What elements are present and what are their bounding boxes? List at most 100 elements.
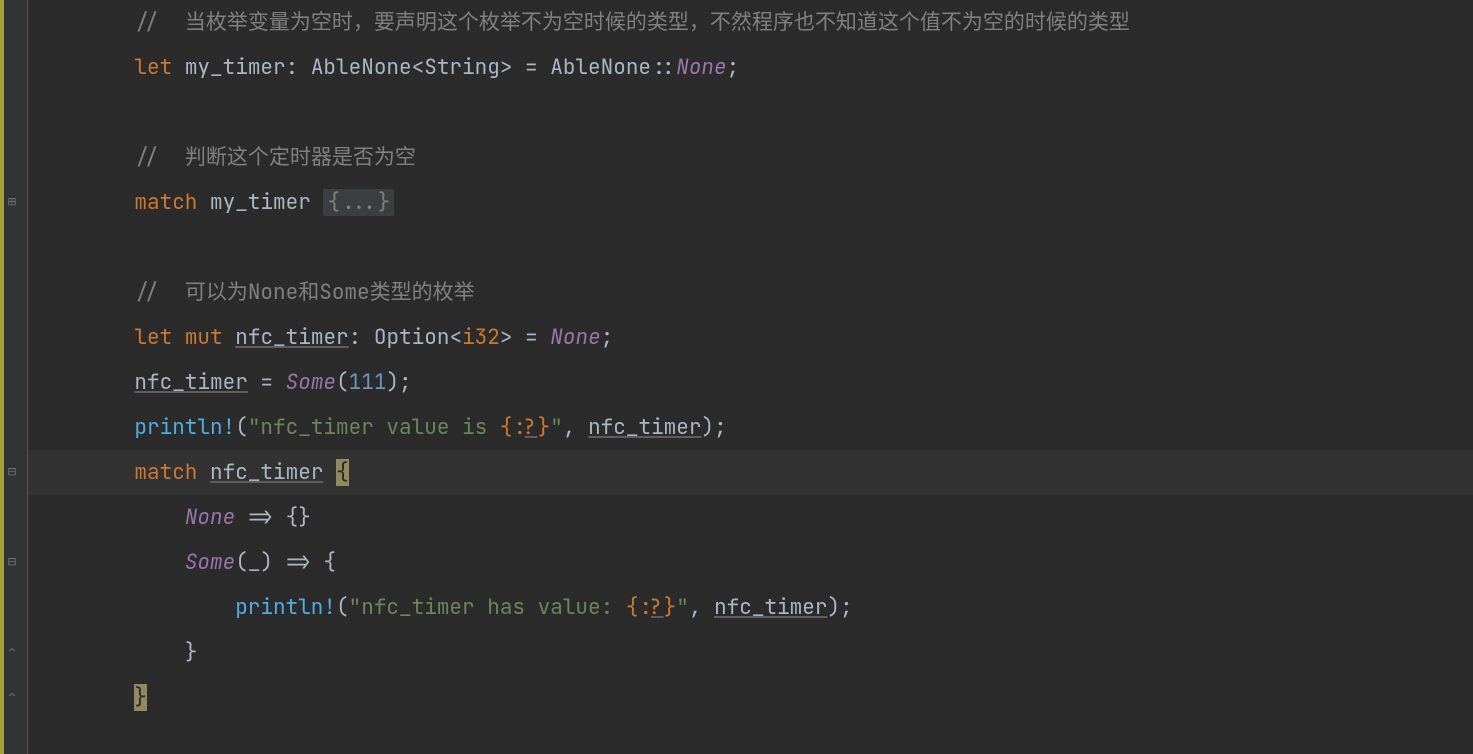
token-underline: nfc_timer [714, 594, 827, 621]
token-punct: ); [827, 594, 852, 621]
token-macro: println! [235, 594, 336, 621]
indent [84, 414, 134, 441]
token-type: = [248, 369, 286, 396]
token-type: > = AbleNone:: [500, 54, 676, 81]
token-punct: ( [336, 369, 349, 396]
token-string: "nfc_timer value is [248, 414, 500, 441]
token-type: > = [500, 324, 550, 351]
token-format-spec: {: [500, 414, 525, 441]
fold-collapse-icon[interactable]: ⊟ [4, 554, 20, 570]
code-editor[interactable]: // 当枚举变量为空时，要声明这个枚举不为空时候的类型，不然程序也不知道这个值不… [28, 0, 1473, 720]
token-type: my_timer [197, 189, 323, 216]
indent [84, 144, 134, 171]
token-punct: ; [601, 324, 614, 351]
indent [84, 189, 134, 216]
token-punct: ); [386, 369, 411, 396]
indent [84, 549, 185, 576]
token-punct: , [689, 594, 714, 621]
token-format-spec: } [538, 414, 551, 441]
code-line[interactable]: Some(_) => { [28, 540, 1473, 585]
token-type [323, 459, 336, 486]
token-type [223, 324, 236, 351]
indent [84, 459, 134, 486]
fold-collapse-icon[interactable]: ⊟ [4, 464, 20, 480]
change-marker [0, 0, 4, 754]
indent [84, 504, 185, 531]
token-mut-kw: mut [185, 324, 223, 351]
token-underline: nfc_timer [235, 324, 348, 351]
token-comment: 判断这个定时器是否为空 [172, 144, 416, 171]
code-line[interactable]: println!("nfc_timer value is {:?}", nfc_… [28, 405, 1473, 450]
indent [84, 54, 134, 81]
token-type: } [185, 639, 198, 666]
code-line[interactable]: } [28, 630, 1473, 675]
token-format-spec: ? [651, 594, 664, 621]
token-punct: ( [336, 594, 349, 621]
token-format-spec: } [664, 594, 677, 621]
token-string: "nfc_timer has value: [349, 594, 626, 621]
indent [84, 9, 134, 36]
token-type: (_) => { [235, 549, 336, 576]
token-punct: ; [727, 54, 740, 81]
token-comment: 可以为None和Some类型的枚举 [172, 279, 474, 306]
code-line[interactable] [28, 225, 1473, 270]
token-punct: ( [235, 414, 248, 441]
token-punct: ); [701, 414, 726, 441]
fold-expand-icon[interactable]: ⊞ [4, 194, 20, 210]
token-underline: nfc_timer [588, 414, 701, 441]
fold-collapse-end-icon[interactable]: ⌃ [4, 689, 20, 705]
token-string: " [550, 414, 563, 441]
indent [84, 279, 134, 306]
indent [84, 369, 134, 396]
token-fold-box: {...} [323, 189, 394, 216]
token-type: my_timer: AbleNone< [172, 54, 424, 81]
gutter: ⊞ ⊟ ⊟ ⌃ ⌃ [0, 0, 28, 754]
code-line[interactable]: match my_timer {...} [28, 180, 1473, 225]
token-type: String [424, 54, 500, 81]
token-underline: nfc_timer [210, 459, 323, 486]
fold-collapse-end-icon[interactable]: ⌃ [4, 644, 20, 660]
code-line[interactable]: // 判断这个定时器是否为空 [28, 135, 1473, 180]
token-comment: // [134, 9, 172, 36]
token-format-spec: {: [626, 594, 651, 621]
token-comment: // [134, 144, 172, 171]
token-type [172, 324, 185, 351]
token-macro: println! [134, 414, 235, 441]
token-format-spec: ? [525, 414, 538, 441]
token-italic: None [676, 54, 726, 81]
code-line[interactable]: let mut nfc_timer: Option<i32> = None; [28, 315, 1473, 360]
code-line[interactable]: } [28, 675, 1473, 720]
code-line[interactable]: nfc_timer = Some(111); [28, 360, 1473, 405]
indent [84, 639, 185, 666]
token-underline: nfc_timer [134, 369, 247, 396]
code-line[interactable]: println!("nfc_timer has value: {:?}", nf… [28, 585, 1473, 630]
token-italic: None [185, 504, 235, 531]
token-type: => {} [235, 504, 311, 531]
code-line[interactable]: // 可以为None和Some类型的枚举 [28, 270, 1473, 315]
code-line[interactable] [28, 90, 1473, 135]
token-string: " [676, 594, 689, 621]
token-keyword: i32 [462, 324, 500, 351]
token-type [197, 459, 210, 486]
token-type: : Option< [349, 324, 462, 351]
token-keyword: match [134, 189, 197, 216]
token-keyword: let [134, 324, 172, 351]
token-italic: Some [286, 369, 336, 396]
token-cursor-brace: } [134, 684, 147, 711]
code-line[interactable]: None => {} [28, 495, 1473, 540]
token-keyword: let [134, 54, 172, 81]
token-punct: , [563, 414, 588, 441]
token-number: 111 [349, 369, 387, 396]
token-italic: None [550, 324, 600, 351]
token-comment: 当枚举变量为空时，要声明这个枚举不为空时候的类型，不然程序也不知道这个值不为空的… [172, 9, 1130, 36]
indent [84, 324, 134, 351]
code-line[interactable]: let my_timer: AbleNone<String> = AbleNon… [28, 45, 1473, 90]
token-cursor-brace: { [336, 459, 349, 486]
token-italic: Some [185, 549, 235, 576]
indent [84, 684, 134, 711]
token-keyword: match [134, 459, 197, 486]
token-comment: // [134, 279, 172, 306]
indent [84, 594, 235, 621]
code-line[interactable]: // 当枚举变量为空时，要声明这个枚举不为空时候的类型，不然程序也不知道这个值不… [28, 0, 1473, 45]
code-line[interactable]: match nfc_timer { [28, 450, 1473, 495]
